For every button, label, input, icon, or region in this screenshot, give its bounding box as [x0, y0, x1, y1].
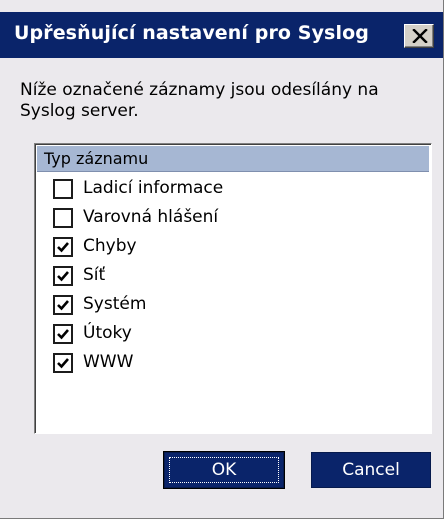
- item-label: Systém: [83, 294, 147, 314]
- list-item-utoky[interactable]: Útoky: [35, 320, 431, 349]
- item-label: Ladicí informace: [83, 178, 224, 198]
- close-button[interactable]: [404, 24, 434, 48]
- ok-button[interactable]: OK: [163, 451, 285, 489]
- focus-rectangle: [169, 457, 279, 483]
- item-label: Síť: [83, 265, 106, 285]
- item-label: Varovná hlášení: [83, 207, 219, 227]
- item-label: Chyby: [83, 236, 137, 256]
- record-type-list[interactable]: Typ záznamu Ladicí informace Varovná hlá…: [34, 143, 432, 434]
- item-label: Útoky: [83, 323, 132, 343]
- description-text: Níže označené záznamy jsou odesílány na …: [20, 80, 379, 121]
- checkmark-icon: [57, 271, 69, 282]
- checkbox[interactable]: [53, 266, 73, 286]
- cancel-button-label: Cancel: [342, 460, 400, 480]
- column-header-label: Typ záznamu: [44, 149, 149, 168]
- checkbox[interactable]: [53, 295, 73, 315]
- checkmark-icon: [57, 358, 69, 369]
- checkbox[interactable]: [53, 179, 73, 199]
- list-item-varovna-hlaseni[interactable]: Varovná hlášení: [35, 204, 431, 233]
- title-bar[interactable]: Upřesňující nastavení pro Syslog: [0, 12, 443, 58]
- list-item-www[interactable]: WWW: [35, 349, 431, 378]
- list-item-chyby[interactable]: Chyby: [35, 233, 431, 262]
- checkmark-icon: [57, 329, 69, 340]
- close-icon: [412, 29, 428, 43]
- checkmark-icon: [57, 242, 69, 253]
- item-label: WWW: [83, 352, 134, 372]
- checkbox[interactable]: [53, 208, 73, 228]
- list-item-system[interactable]: Systém: [35, 291, 431, 320]
- list-item-ladici-informace[interactable]: Ladicí informace: [35, 175, 431, 204]
- checkmark-icon: [57, 300, 69, 311]
- window-title: Upřesňující nastavení pro Syslog: [14, 22, 369, 44]
- list-column-header[interactable]: Typ záznamu: [37, 146, 429, 172]
- syslog-settings-dialog: Upřesňující nastavení pro Syslog Níže oz…: [0, 0, 444, 519]
- list-items: Ladicí informace Varovná hlášení Chyby S…: [35, 175, 431, 378]
- checkbox[interactable]: [53, 237, 73, 257]
- cancel-button[interactable]: Cancel: [311, 452, 431, 488]
- list-item-sit[interactable]: Síť: [35, 262, 431, 291]
- checkbox[interactable]: [53, 324, 73, 344]
- checkbox[interactable]: [53, 353, 73, 373]
